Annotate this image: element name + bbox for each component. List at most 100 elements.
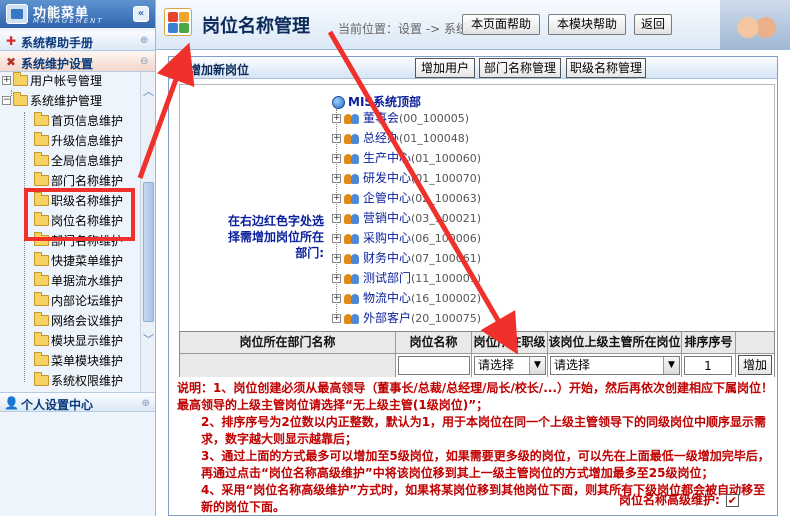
tree-item-user-accounts[interactable]: + 用户帐号管理	[2, 72, 102, 92]
people-icon	[344, 153, 360, 165]
people-icon	[344, 273, 360, 285]
folder-icon	[34, 312, 49, 326]
sidebar-section-personal[interactable]: 👤 个人设置中心 ⊕	[0, 392, 155, 412]
scroll-up-icon[interactable]: ︿	[143, 86, 154, 98]
tree-item-menu-module[interactable]: 菜单模块维护	[34, 352, 123, 372]
col-header-position: 岗位名称	[396, 332, 472, 354]
folder-icon	[13, 72, 28, 86]
col-header-action	[736, 332, 774, 354]
expand-toggle-icon[interactable]: +	[332, 274, 341, 283]
org-item-external-clients[interactable]: + 外部客户(20_100075)	[332, 309, 481, 326]
col-header-sort: 排序序号	[682, 332, 736, 354]
org-tree-box: 在右边红色字处选择需增加岗位所在部门: MIS系统顶部 + 董事会(00_1000…	[179, 84, 775, 332]
sort-cell	[682, 354, 736, 377]
folder-icon	[34, 332, 49, 346]
user-icon: 👤	[4, 396, 19, 410]
note-1: 说明：1、岗位创建必须从最高领导（董事长/总裁/总经理/局长/校长/...）开始…	[177, 381, 773, 412]
org-item-rnd[interactable]: + 研发中心(01_100070)	[332, 169, 481, 186]
sidebar: 功能菜单 MANAGEMENT « ✚ 系统帮助手册 ⊕ ✖ 系统维护设置 ⊖ …	[0, 0, 156, 516]
org-item-board[interactable]: + 董事会(00_100005)	[332, 109, 469, 126]
expand-toggle-icon[interactable]: +	[332, 194, 341, 203]
advanced-maintenance-checkbox[interactable]: ✔	[725, 494, 739, 507]
sort-order-input[interactable]	[684, 356, 732, 375]
tree-item-global-info[interactable]: 全局信息维护	[34, 152, 123, 172]
collapse-sidebar-button[interactable]: «	[133, 6, 149, 22]
tree-item-upgrade-info[interactable]: 升级信息维护	[34, 132, 123, 152]
tree-item-forum[interactable]: 内部论坛维护	[34, 292, 123, 312]
sidebar-header: 功能菜单 MANAGEMENT «	[0, 0, 155, 28]
sidebar-section-help[interactable]: ✚ 系统帮助手册 ⊕	[0, 31, 155, 51]
org-item-marketing[interactable]: + 营销中心(03_100021)	[332, 209, 481, 226]
tree-item-system-maintenance[interactable]: − 系统维护管理	[2, 92, 102, 112]
panel-title-bar: 增加新岗位 增加用户 部门名称管理 职级名称管理	[169, 57, 777, 79]
help-manual-icon: ✚	[5, 34, 17, 48]
expand-toggle-icon[interactable]: +	[332, 314, 341, 323]
tree-item-web-meeting[interactable]: 网络会议维护	[34, 312, 123, 332]
position-name-cell	[396, 354, 472, 377]
expand-toggle-icon[interactable]: +	[2, 76, 11, 85]
org-item-production[interactable]: + 生产中心(01_100060)	[332, 149, 481, 166]
org-item-purchasing[interactable]: + 采购中心(06_100006)	[332, 229, 481, 246]
action-cell: 增加	[736, 354, 774, 377]
expand-toggle-icon[interactable]: +	[332, 134, 341, 143]
note-2: 2、排序序号为2位数以内正整数，默认为1，用于本岗位在同一个上级主管领导下的同级…	[201, 415, 767, 446]
tree-item-module-display[interactable]: 模块显示维护	[34, 332, 123, 352]
page-title: 岗位名称管理	[202, 16, 310, 37]
expand-toggle-icon[interactable]: +	[332, 114, 341, 123]
folder-icon	[34, 352, 49, 366]
org-item-logistics[interactable]: + 物流中心(16_100002)	[332, 289, 481, 306]
sidebar-section-system[interactable]: ✖ 系统维护设置 ⊖	[0, 52, 155, 72]
add-position-panel: 增加新岗位 增加用户 部门名称管理 职级名称管理 在右边红色字处选择需增加岗位所…	[168, 56, 778, 516]
page-help-button[interactable]: 本页面帮助	[462, 14, 540, 35]
folder-icon	[34, 252, 49, 266]
tree-item-homepage-info[interactable]: 首页信息维护	[34, 112, 123, 132]
tree-item-doc-serial[interactable]: 单据流水维护	[34, 272, 123, 292]
people-icon	[344, 253, 360, 265]
add-user-button[interactable]: 增加用户	[415, 58, 475, 78]
expand-toggle-icon[interactable]: +	[332, 254, 341, 263]
org-item-gm-office[interactable]: + 总经办(01_100048)	[332, 129, 469, 146]
department-cell[interactable]	[180, 354, 396, 377]
folder-open-icon	[13, 92, 28, 106]
sidebar-subtitle: MANAGEMENT	[33, 17, 104, 25]
tree-item-permissions[interactable]: 系统权限维护	[34, 372, 123, 392]
back-button[interactable]: 返回	[634, 14, 672, 35]
advanced-maintenance[interactable]: 岗位名称高级维护: ✔	[619, 491, 739, 508]
department-hint: 在右边红色字处选择需增加岗位所在部门:	[228, 214, 325, 260]
superior-select[interactable]: 请选择 ▼	[550, 356, 680, 375]
org-item-enterprise-mgmt[interactable]: + 企管中心(02_100063)	[332, 189, 481, 206]
rank-select[interactable]: 请选择 ▼	[474, 356, 546, 375]
org-item-finance[interactable]: + 财务中心(07_100061)	[332, 249, 481, 266]
org-item-test-dept[interactable]: + 测试部门(11_100001)	[332, 269, 481, 286]
position-name-input[interactable]	[398, 356, 470, 375]
collapse-toggle-icon[interactable]: −	[2, 96, 11, 105]
scroll-down-icon[interactable]: ﹀	[143, 334, 154, 346]
folder-icon	[34, 172, 49, 186]
expand-toggle-icon[interactable]: +	[332, 154, 341, 163]
folder-icon	[34, 112, 49, 126]
chevron-down-icon: ▼	[663, 357, 679, 374]
globe-icon	[332, 96, 345, 109]
org-root[interactable]: MIS系统顶部	[332, 93, 421, 110]
sidebar-scrollbar[interactable]: ︿ ﹀	[140, 72, 155, 392]
expand-toggle-icon[interactable]: +	[332, 294, 341, 303]
department-names-button[interactable]: 部门名称管理	[479, 58, 561, 78]
people-icon	[344, 113, 360, 125]
expand-toggle-icon[interactable]: +	[332, 234, 341, 243]
expand-toggle-icon[interactable]: +	[332, 214, 341, 223]
app-icon	[164, 8, 192, 36]
add-position-button[interactable]: 增加	[738, 355, 772, 375]
rank-cell: 请选择 ▼	[472, 354, 548, 377]
scroll-thumb[interactable]	[143, 182, 154, 322]
tree-item-shortcut-menu[interactable]: 快捷菜单维护	[34, 252, 123, 272]
people-icon	[344, 173, 360, 185]
module-help-button[interactable]: 本模块帮助	[548, 14, 626, 35]
people-icon	[344, 293, 360, 305]
expand-toggle-icon[interactable]: +	[332, 174, 341, 183]
people-icon	[344, 193, 360, 205]
people-icon	[344, 233, 360, 245]
folder-icon	[34, 132, 49, 146]
app-root: 功能菜单 MANAGEMENT « ✚ 系统帮助手册 ⊕ ✖ 系统维护设置 ⊖ …	[0, 0, 790, 516]
superior-cell: 请选择 ▼	[548, 354, 682, 377]
rank-names-button[interactable]: 职级名称管理	[566, 58, 646, 78]
